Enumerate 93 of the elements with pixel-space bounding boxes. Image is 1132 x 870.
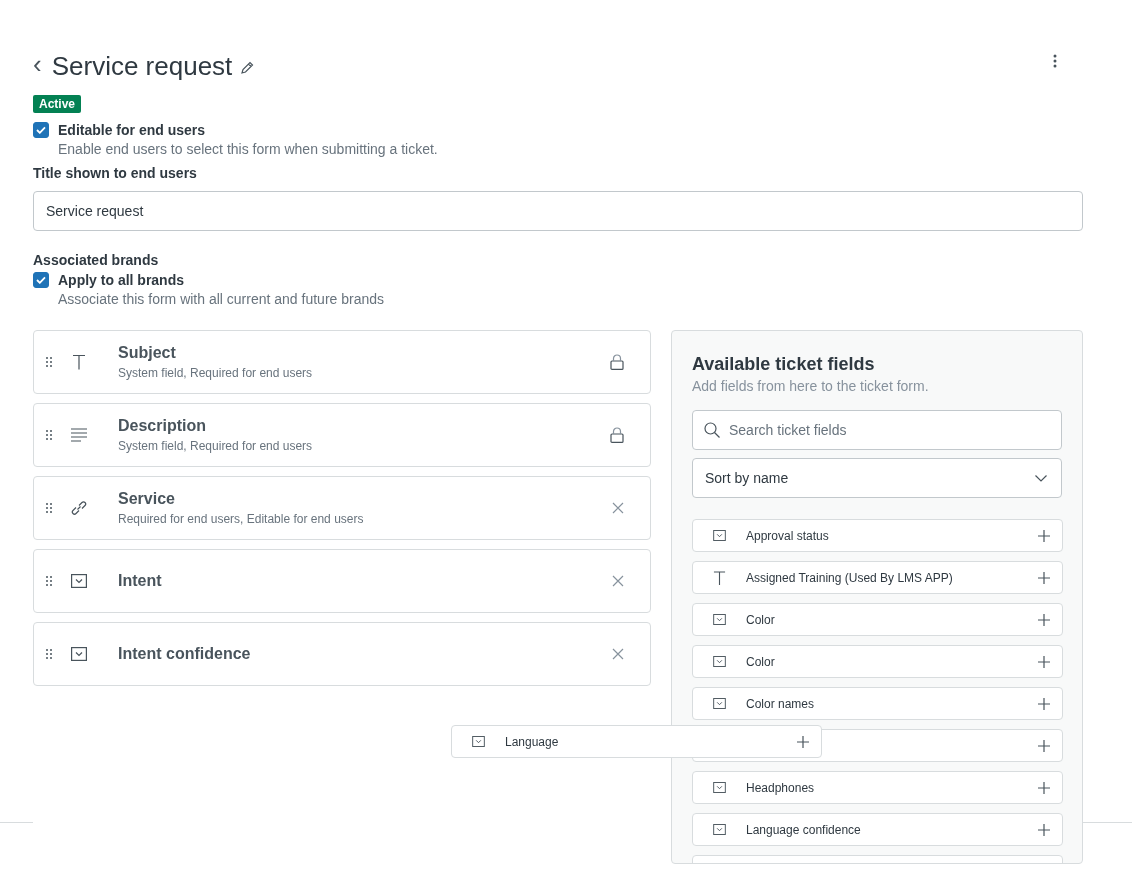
- plus-icon: [797, 735, 809, 748]
- available-field-item[interactable]: Color: [692, 603, 1063, 636]
- form-field-card[interactable]: Service Required for end users, Editable for end users: [33, 476, 651, 540]
- field-name: Assigned Training (Used By LMS APP): [746, 570, 954, 585]
- dropdown-field-icon: [713, 782, 726, 793]
- plus-icon: [1038, 823, 1050, 836]
- checkbox[interactable]: [33, 122, 49, 138]
- field-name: Description: [118, 416, 207, 436]
- add-button[interactable]: [1038, 823, 1050, 836]
- plus-icon: [1038, 613, 1050, 626]
- plus-icon: [1038, 697, 1050, 710]
- add-button[interactable]: [1038, 781, 1050, 794]
- search-icon: [704, 422, 720, 438]
- search-field[interactable]: Search ticket fields: [692, 410, 1062, 450]
- title-input[interactable]: Service request: [33, 191, 1083, 231]
- add-button[interactable]: [1038, 655, 1050, 668]
- lines-icon: [71, 428, 87, 442]
- field-name: Color: [746, 612, 776, 627]
- plus-icon: [1038, 781, 1050, 794]
- field-name: Color names: [746, 696, 816, 711]
- dropdown-field-icon: [71, 574, 87, 588]
- add-button[interactable]: [797, 735, 809, 748]
- field-detail: System field, Required for end users: [118, 365, 314, 382]
- field-detail: Required for end users, Editable for end users: [118, 511, 365, 528]
- dropdown-field-icon: [713, 530, 726, 541]
- dragged-field-tooltip[interactable]: Language: [451, 725, 822, 758]
- pencil-icon: [240, 61, 255, 75]
- add-button[interactable]: [1038, 739, 1050, 752]
- remove-button[interactable]: [612, 502, 624, 514]
- field-name: Intent confidence: [118, 644, 252, 664]
- chevron-down-icon: [1035, 474, 1047, 482]
- drag-handle-icon: [46, 430, 52, 440]
- field-name: Service: [118, 489, 176, 509]
- dropdown-field-icon: [713, 614, 726, 625]
- drag-handle-icon: [46, 576, 52, 586]
- plus-icon: [1038, 655, 1050, 668]
- field-name: Language confidence: [746, 822, 862, 837]
- remove-button[interactable]: [612, 575, 624, 587]
- dropdown-field-icon: [472, 736, 485, 747]
- drag-handle-icon: [46, 649, 52, 659]
- field-detail: System field, Required for end users: [118, 438, 314, 455]
- hint-text: Enable end users to select this form when submitting a ticket.: [58, 140, 438, 159]
- field-label: Title shown to end users: [33, 164, 198, 182]
- dropdown-field-icon: [713, 656, 726, 667]
- dropdown-field-icon: [713, 698, 726, 709]
- check-icon: [36, 276, 46, 284]
- page-title: Service request: [51, 50, 233, 83]
- drag-handle-icon: [46, 357, 52, 367]
- plus-icon: [1038, 739, 1050, 752]
- available-field-item[interactable]: Assigned Training (Used By LMS APP): [692, 561, 1063, 594]
- field-name: Intent: [118, 571, 163, 591]
- field-name: Subject: [118, 343, 177, 363]
- check-icon: [36, 126, 46, 134]
- text-type-icon: [72, 354, 86, 370]
- available-field-item[interactable]: Approval status: [692, 519, 1063, 552]
- form-field-card[interactable]: Intent: [33, 549, 651, 613]
- panel-subtitle: Add fields from here to the ticket form.: [692, 377, 930, 396]
- plus-icon: [1038, 571, 1050, 584]
- add-button[interactable]: [1038, 613, 1050, 626]
- dropdown-field-icon: [71, 647, 87, 661]
- checkbox-label: Editable for end users: [58, 121, 207, 139]
- hint-text: Associate this form with all current and future brands: [58, 290, 385, 309]
- link-icon: [70, 499, 88, 517]
- back-button[interactable]: ‹: [33, 51, 46, 81]
- remove-button[interactable]: [612, 648, 624, 660]
- field-name: Headphones: [746, 780, 816, 795]
- close-icon: [612, 648, 624, 660]
- add-button[interactable]: [1038, 697, 1050, 710]
- available-field-item[interactable]: Language confidence: [692, 813, 1063, 846]
- status-badge: Active: [33, 95, 82, 113]
- form-field-card[interactable]: Description System field, Required for end users: [33, 403, 651, 467]
- dropdown-field-icon: [713, 824, 726, 835]
- available-field-item[interactable]: Color: [692, 645, 1063, 678]
- close-icon: [612, 575, 624, 587]
- available-field-item[interactable]: Headphones: [692, 771, 1063, 804]
- form-field-card[interactable]: Subject System field, Required for end users: [33, 330, 651, 394]
- plus-icon: [1038, 529, 1050, 542]
- add-button[interactable]: [1038, 529, 1050, 542]
- field-name: Color: [746, 654, 776, 669]
- text-type-icon: [713, 569, 726, 586]
- drag-handle-icon: [46, 503, 52, 513]
- field-name: Approval status: [746, 528, 830, 543]
- checkbox[interactable]: [33, 272, 49, 288]
- section-label: Associated brands: [33, 251, 160, 269]
- form-field-card[interactable]: Intent confidence: [33, 622, 651, 686]
- close-icon: [612, 502, 624, 514]
- add-button[interactable]: [1038, 571, 1050, 584]
- available-field-item[interactable]: Color names: [692, 687, 1063, 720]
- field-name: Language: [505, 734, 560, 749]
- sort-dropdown[interactable]: Sort by name: [692, 458, 1062, 498]
- checkbox-label: Apply to all brands: [58, 271, 185, 289]
- panel-title: Available ticket fields: [692, 353, 876, 376]
- kebab-icon: [1053, 54, 1057, 68]
